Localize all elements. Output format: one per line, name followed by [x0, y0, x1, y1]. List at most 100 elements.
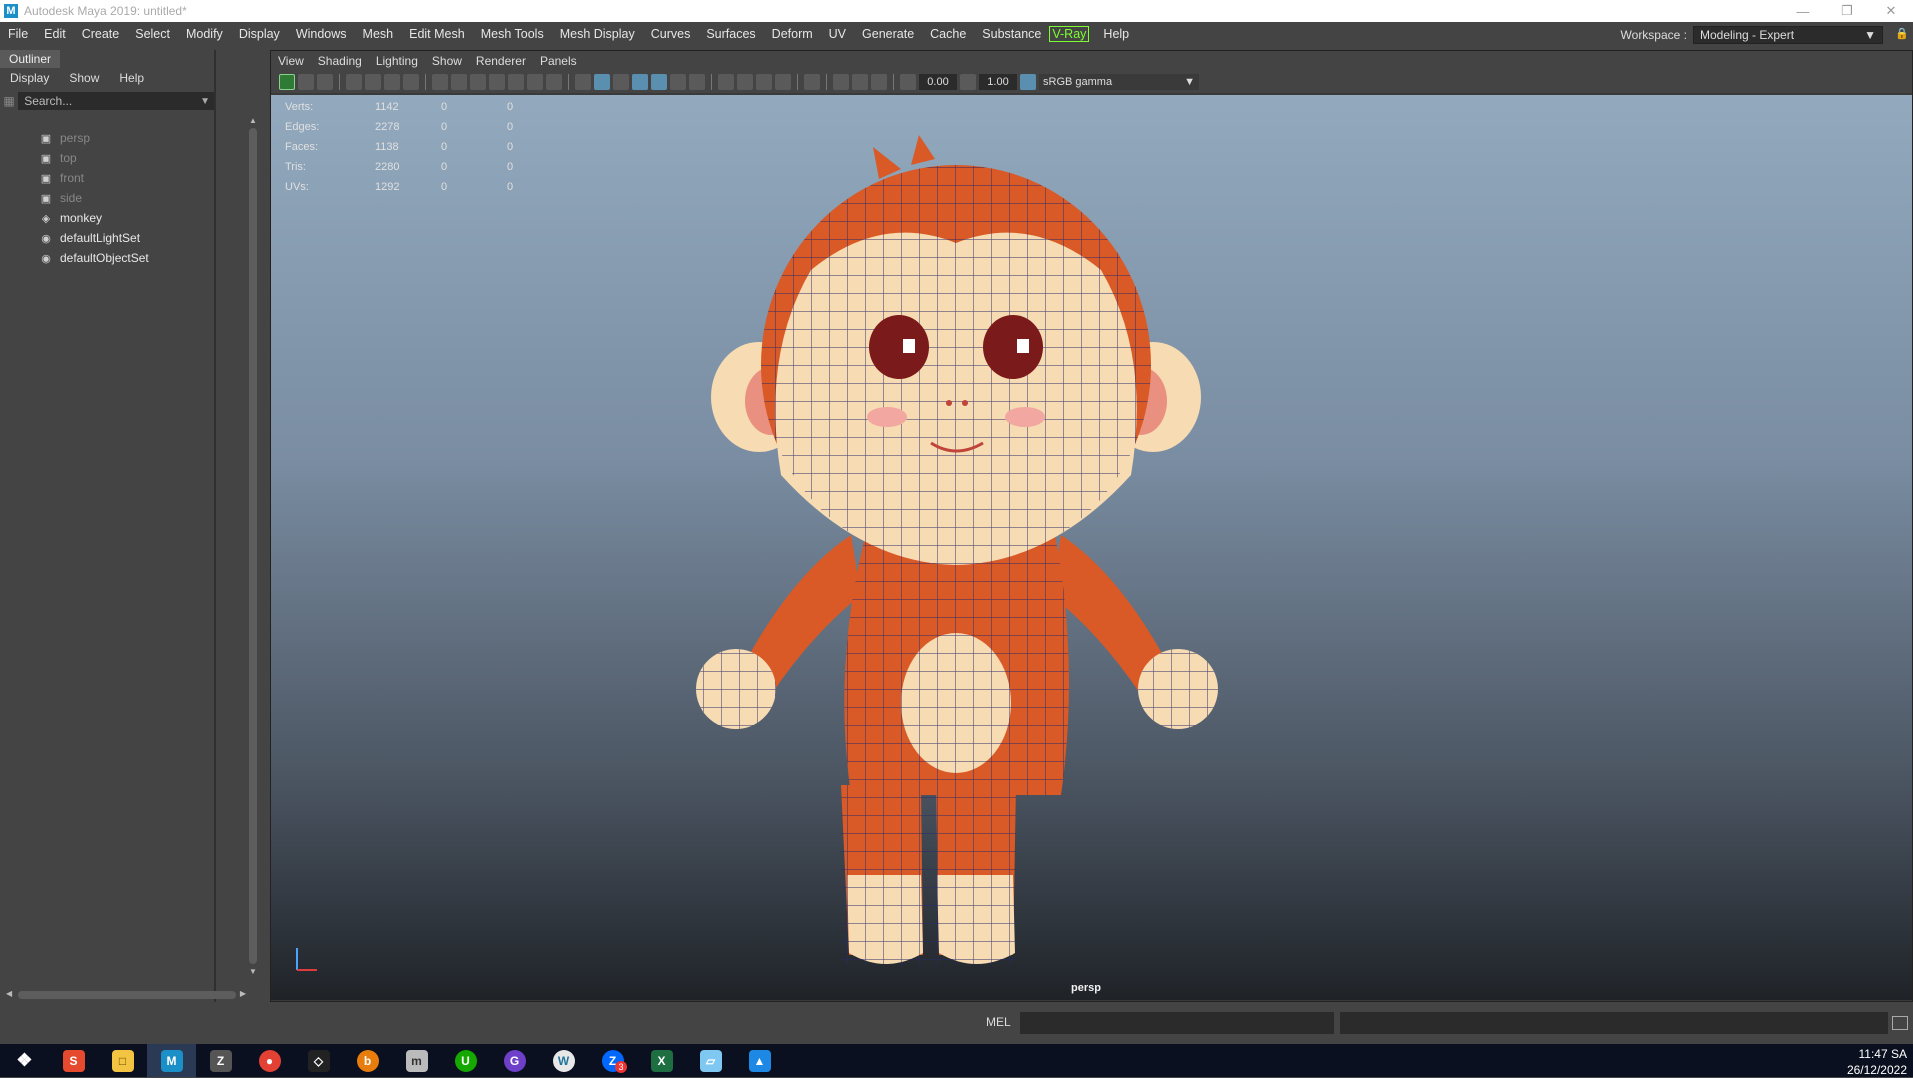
system-clock[interactable]: 11:47 SA 26/12/2022	[1847, 1046, 1907, 1078]
xray-icon[interactable]	[833, 74, 849, 90]
3d-viewport[interactable]: Verts: 1142 0 0 Edges: 2278 0 0 Faces: 1138 0 0 T…	[271, 95, 1912, 1000]
grease-pencil-icon[interactable]	[403, 74, 419, 90]
mel-command-input[interactable]	[1020, 1012, 1334, 1034]
field-chart-icon[interactable]	[508, 74, 524, 90]
outliner-horizontal-scrollbar[interactable]: ◀ ▶	[6, 988, 246, 1000]
lights-icon[interactable]	[670, 74, 686, 90]
outliner-node-side[interactable]: ▣ side	[0, 188, 252, 208]
script-editor-icon[interactable]	[1892, 1016, 1908, 1030]
menu-mesh[interactable]: Mesh	[355, 27, 402, 41]
tab-outliner[interactable]: Outliner	[0, 50, 61, 68]
select-camera-icon[interactable]	[279, 74, 295, 90]
menu-create[interactable]: Create	[74, 27, 128, 41]
isolate-select-icon[interactable]	[804, 74, 820, 90]
menu-modify[interactable]: Modify	[178, 27, 231, 41]
default-material-icon[interactable]	[613, 74, 629, 90]
menu-edit[interactable]: Edit	[36, 27, 74, 41]
chrome-icon[interactable]: ●	[245, 1044, 294, 1077]
workspace-dropdown[interactable]: Modeling - Expert ▼	[1693, 26, 1883, 44]
unity-icon[interactable]: ◇	[294, 1044, 343, 1077]
viewport-menu-panels[interactable]: Panels	[533, 54, 584, 68]
2d-pan-zoom-icon[interactable]	[384, 74, 400, 90]
github-icon[interactable]: G	[490, 1044, 539, 1077]
upwork-icon[interactable]: U	[441, 1044, 490, 1077]
mel-label[interactable]: MEL	[986, 1015, 1011, 1029]
menu-curves[interactable]: Curves	[643, 27, 699, 41]
menu-mesh-display[interactable]: Mesh Display	[552, 27, 643, 41]
blender-icon[interactable]: b	[343, 1044, 392, 1077]
outliner-node-front[interactable]: ▣ front	[0, 168, 252, 188]
shadows-icon[interactable]	[689, 74, 705, 90]
scroll-down-icon[interactable]: ▼	[249, 967, 257, 976]
scrollbar-thumb[interactable]	[249, 128, 257, 964]
maya-icon[interactable]: M	[147, 1044, 196, 1077]
viewport-menu-renderer[interactable]: Renderer	[469, 54, 533, 68]
resolution-gate-icon[interactable]	[470, 74, 486, 90]
smooth-shade-icon[interactable]	[594, 74, 610, 90]
menu-edit-mesh[interactable]: Edit Mesh	[401, 27, 473, 41]
outliner-vertical-scrollbar[interactable]: ▲ ▼	[248, 116, 258, 976]
xray-joints-icon[interactable]	[871, 74, 887, 90]
filter-icon[interactable]: ▦	[0, 94, 18, 108]
outliner-menu-help[interactable]: Help	[109, 71, 154, 85]
viewport-menu-show[interactable]: Show	[425, 54, 469, 68]
multisample-icon[interactable]	[756, 74, 772, 90]
xray-active-icon[interactable]	[852, 74, 868, 90]
menu-select[interactable]: Select	[127, 27, 178, 41]
lock-camera-icon[interactable]	[298, 74, 314, 90]
substance-icon[interactable]: S	[49, 1044, 98, 1077]
outliner-node-defaultobjectset[interactable]: ◉ defaultObjectSet	[0, 248, 252, 268]
menu-substance[interactable]: Substance	[974, 27, 1049, 41]
menu-vray[interactable]: V-Ray	[1049, 26, 1090, 42]
outliner-node-persp[interactable]: ▣ persp	[0, 128, 252, 148]
gate-mask-icon[interactable]	[489, 74, 505, 90]
bookmark-icon[interactable]	[346, 74, 362, 90]
outliner-node-defaultlightset[interactable]: ◉ defaultLightSet	[0, 228, 252, 248]
scroll-right-icon[interactable]: ▶	[240, 989, 246, 998]
windows-start-icon[interactable]: ❖	[0, 1044, 49, 1077]
safe-title-icon[interactable]	[546, 74, 562, 90]
photos-icon[interactable]: ▲	[735, 1044, 784, 1077]
wireframe-icon[interactable]	[575, 74, 591, 90]
search-options-icon[interactable]: ▼	[200, 96, 210, 107]
depth-of-field-icon[interactable]	[775, 74, 791, 90]
menu-mesh-tools[interactable]: Mesh Tools	[473, 27, 552, 41]
outliner-menu-show[interactable]: Show	[59, 71, 109, 85]
crossy-icon[interactable]: ▱	[686, 1044, 735, 1077]
monkey-model[interactable]	[271, 95, 1912, 1000]
file-explorer-icon[interactable]: □	[98, 1044, 147, 1077]
menu-help[interactable]: Help	[1095, 27, 1137, 41]
viewport-menu-lighting[interactable]: Lighting	[369, 54, 425, 68]
menu-file[interactable]: File	[0, 27, 36, 41]
marmoset-icon[interactable]: m	[392, 1044, 441, 1077]
view-transform-dropdown[interactable]: sRGB gamma ▼	[1039, 74, 1199, 90]
exposure-icon[interactable]	[900, 74, 916, 90]
gamma-field[interactable]: 1.00	[979, 74, 1017, 90]
scroll-left-icon[interactable]: ◀	[6, 989, 12, 998]
menu-display[interactable]: Display	[231, 27, 288, 41]
viewport-menu-view[interactable]: View	[271, 54, 311, 68]
viewport-menu-shading[interactable]: Shading	[311, 54, 369, 68]
menu-deform[interactable]: Deform	[764, 27, 821, 41]
wireframe-on-shaded-icon[interactable]	[632, 74, 648, 90]
outliner-node-top[interactable]: ▣ top	[0, 148, 252, 168]
scrollbar-thumb[interactable]	[18, 991, 236, 999]
menu-generate[interactable]: Generate	[854, 27, 922, 41]
outliner-menu-display[interactable]: Display	[0, 71, 59, 85]
textured-icon[interactable]	[651, 74, 667, 90]
film-gate-icon[interactable]	[451, 74, 467, 90]
excel-icon[interactable]: X	[637, 1044, 686, 1077]
grid-icon[interactable]	[432, 74, 448, 90]
ambient-occlusion-icon[interactable]	[718, 74, 734, 90]
gamma-icon[interactable]	[960, 74, 976, 90]
camera-attributes-icon[interactable]	[317, 74, 333, 90]
restore-button[interactable]: ❐	[1825, 0, 1869, 22]
image-plane-icon[interactable]	[365, 74, 381, 90]
motion-blur-icon[interactable]	[737, 74, 753, 90]
minimize-button[interactable]: —	[1781, 0, 1825, 22]
color-management-icon[interactable]	[1020, 74, 1036, 90]
close-button[interactable]: ✕	[1869, 0, 1913, 22]
outliner-search-input[interactable]: Search... ▼	[18, 92, 214, 110]
menu-surfaces[interactable]: Surfaces	[698, 27, 763, 41]
menu-uv[interactable]: UV	[821, 27, 854, 41]
